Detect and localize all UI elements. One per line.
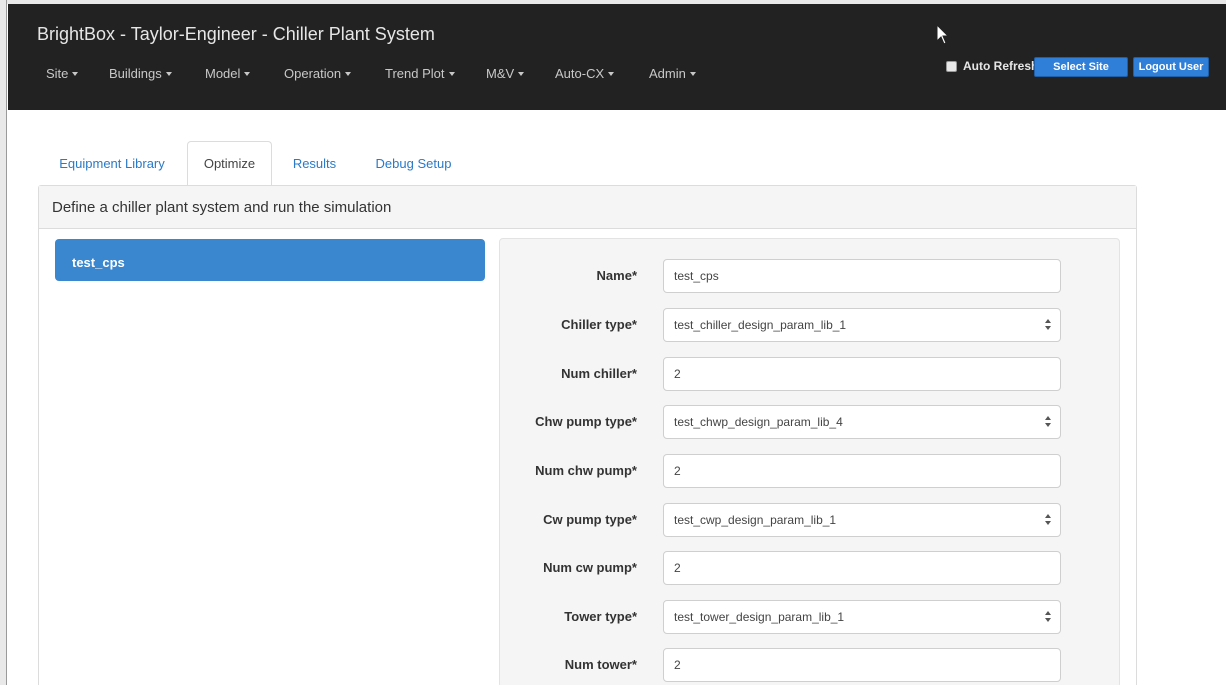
menu-auto-cx[interactable]: Auto-CX bbox=[555, 66, 649, 81]
panel-heading: Define a chiller plant system and run th… bbox=[39, 186, 1136, 229]
menu-trend-plot[interactable]: Trend Plot bbox=[385, 66, 486, 81]
cw-pump-type-select[interactable]: test_cwp_design_param_lib_1 bbox=[663, 503, 1061, 537]
auto-refresh-checkbox[interactable] bbox=[946, 60, 957, 72]
menu-buildings[interactable]: Buildings bbox=[109, 66, 205, 81]
menu-mv[interactable]: M&V bbox=[486, 66, 555, 81]
chevron-down-icon bbox=[165, 72, 172, 76]
form-row-tower-type: Tower type* test_tower_design_param_lib_… bbox=[500, 600, 1121, 635]
tower-type-select[interactable]: test_tower_design_param_lib_1 bbox=[663, 600, 1061, 634]
chw-pump-type-select[interactable]: test_chwp_design_param_lib_4 bbox=[663, 405, 1061, 439]
select-arrows-icon bbox=[1045, 319, 1051, 333]
field-label: Num tower* bbox=[564, 657, 637, 672]
app-title[interactable]: BrightBox - Taylor-Engineer - Chiller Pl… bbox=[37, 24, 435, 45]
logout-button[interactable]: Logout User bbox=[1133, 57, 1209, 77]
field-label: Num cw pump* bbox=[543, 560, 637, 575]
tab-debug-setup[interactable]: Debug Setup bbox=[358, 141, 469, 186]
chevron-down-icon bbox=[448, 72, 455, 76]
field-label: Num chiller* bbox=[561, 366, 637, 381]
chevron-down-icon bbox=[689, 72, 696, 76]
num-chw-pump-input[interactable]: 2 bbox=[663, 454, 1061, 488]
tab-results[interactable]: Results bbox=[277, 141, 352, 186]
select-arrows-icon bbox=[1045, 611, 1051, 625]
auto-refresh-label: Auto Refresh bbox=[963, 59, 1039, 73]
select-site-button[interactable]: Select Site bbox=[1034, 57, 1128, 77]
form-row-num-chiller: Num chiller* 2 bbox=[500, 357, 1121, 392]
field-label: Chiller type* bbox=[561, 317, 637, 332]
form-row-chw-pump-type: Chw pump type* test_chwp_design_param_li… bbox=[500, 405, 1121, 440]
num-tower-input[interactable]: 2 bbox=[663, 648, 1061, 682]
list-item-selected[interactable]: test_cps bbox=[55, 239, 485, 281]
num-chiller-input[interactable]: 2 bbox=[663, 357, 1061, 391]
mouse-cursor-icon bbox=[936, 24, 950, 45]
main-menu: Site Buildings Model Operation Trend Plo… bbox=[46, 66, 719, 81]
chevron-down-icon bbox=[244, 72, 251, 76]
select-arrows-icon bbox=[1045, 514, 1051, 528]
field-label: Num chw pump* bbox=[535, 463, 637, 478]
select-arrows-icon bbox=[1045, 416, 1051, 430]
form-row-num-tower: Num tower* 2 bbox=[500, 648, 1121, 683]
menu-model[interactable]: Model bbox=[205, 66, 284, 81]
form-row-cw-pump-type: Cw pump type* test_cwp_design_param_lib_… bbox=[500, 503, 1121, 538]
tab-optimize[interactable]: Optimize bbox=[187, 141, 272, 186]
field-label: Tower type* bbox=[564, 609, 637, 624]
tab-equipment-library[interactable]: Equipment Library bbox=[40, 141, 184, 186]
name-input[interactable]: test_cps bbox=[663, 259, 1061, 293]
field-label: Cw pump type* bbox=[543, 512, 637, 527]
form-row-num-chw-pump: Num chw pump* 2 bbox=[500, 454, 1121, 489]
num-cw-pump-input[interactable]: 2 bbox=[663, 551, 1061, 585]
field-label: Name* bbox=[596, 268, 637, 283]
form-row-name: Name* test_cps bbox=[500, 259, 1121, 294]
system-form: Name* test_cps Chiller type* test_chille… bbox=[499, 238, 1120, 685]
menu-admin[interactable]: Admin bbox=[649, 66, 719, 81]
field-label: Chw pump type* bbox=[535, 414, 637, 429]
window-frame-left bbox=[0, 0, 7, 685]
chevron-down-icon bbox=[345, 72, 352, 76]
chevron-down-icon bbox=[518, 72, 525, 76]
chevron-down-icon bbox=[608, 72, 615, 76]
auto-refresh-control: Auto Refresh bbox=[946, 59, 1038, 73]
chiller-type-select[interactable]: test_chiller_design_param_lib_1 bbox=[663, 308, 1061, 342]
menu-site[interactable]: Site bbox=[46, 66, 109, 81]
form-row-num-cw-pump: Num cw pump* 2 bbox=[500, 551, 1121, 586]
chevron-down-icon bbox=[72, 72, 79, 76]
form-row-chiller-type: Chiller type* test_chiller_design_param_… bbox=[500, 308, 1121, 343]
menu-operation[interactable]: Operation bbox=[284, 66, 385, 81]
